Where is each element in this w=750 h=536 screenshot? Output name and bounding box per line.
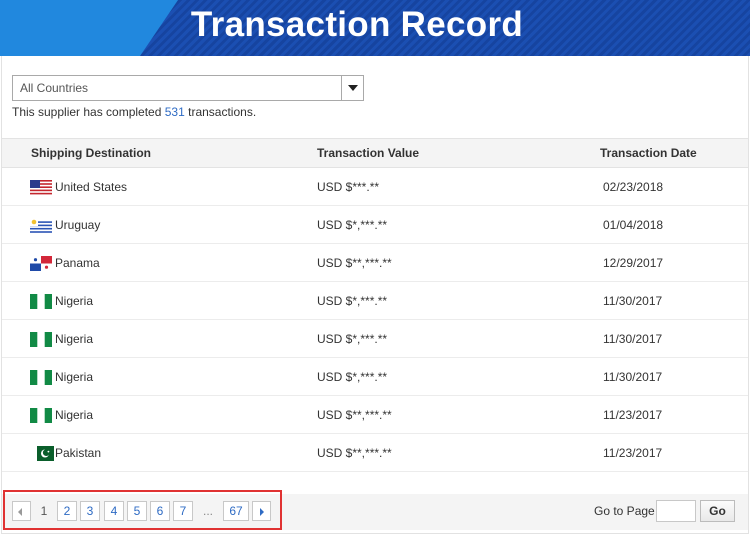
table-row: Uruguay USD $*,***.** 01/04/2018 bbox=[2, 206, 748, 244]
date-cell: 02/23/2018 bbox=[603, 180, 664, 194]
country-select-value: All Countries bbox=[20, 81, 89, 95]
value-cell: USD $*,***.** bbox=[317, 332, 388, 346]
pagination-highlight-box bbox=[3, 490, 282, 530]
header-banner: Transaction Record bbox=[0, 0, 750, 56]
nigeria-flag-icon bbox=[30, 332, 52, 347]
table-row: Nigeria USD $*,***.** 11/30/2017 bbox=[2, 320, 748, 358]
transaction-count: 531 bbox=[164, 105, 185, 119]
value-cell: USD $**,***.** bbox=[317, 446, 392, 460]
nigeria-flag-icon bbox=[30, 370, 52, 385]
column-header-destination: Shipping Destination bbox=[31, 146, 151, 160]
column-header-value: Transaction Value bbox=[317, 146, 420, 160]
date-cell: 01/04/2018 bbox=[603, 218, 664, 232]
panama-flag-icon bbox=[30, 256, 52, 271]
value-cell: USD $*,***.** bbox=[317, 370, 388, 384]
table-row: Nigeria USD $**,***.** 11/23/2017 bbox=[2, 396, 748, 434]
nigeria-flag-icon bbox=[30, 294, 52, 309]
uruguay-flag-icon bbox=[30, 218, 52, 233]
destination-cell: United States bbox=[55, 180, 128, 194]
date-cell: 11/30/2017 bbox=[603, 294, 663, 308]
value-cell: USD $*,***.** bbox=[317, 218, 388, 232]
goto-page-input[interactable] bbox=[656, 500, 696, 522]
table-row: Pakistan USD $**,***.** 11/23/2017 bbox=[2, 434, 748, 472]
date-cell: 11/23/2017 bbox=[603, 446, 663, 460]
value-cell: USD $*,***.** bbox=[317, 294, 388, 308]
page-title: Transaction Record bbox=[190, 5, 524, 44]
value-cell: USD $**,***.** bbox=[317, 256, 392, 270]
column-header-date: Transaction Date bbox=[600, 146, 697, 160]
chevron-down-icon bbox=[348, 85, 358, 91]
destination-cell: Pakistan bbox=[55, 446, 102, 460]
destination-cell: Nigeria bbox=[55, 370, 94, 384]
table-row: United States USD $***.** 02/23/2018 bbox=[2, 168, 748, 206]
value-cell: USD $***.** bbox=[317, 180, 380, 194]
goto-page-label: Go to Page bbox=[594, 504, 655, 518]
table-row: Panama USD $**,***.** 12/29/2017 bbox=[2, 244, 748, 282]
pakistan-flag-icon bbox=[32, 446, 54, 461]
go-button[interactable]: Go bbox=[700, 500, 735, 522]
date-cell: 11/30/2017 bbox=[603, 370, 663, 384]
table-row: Nigeria USD $*,***.** 11/30/2017 bbox=[2, 358, 748, 396]
destination-cell: Nigeria bbox=[55, 294, 94, 308]
value-cell: USD $**,***.** bbox=[317, 408, 392, 422]
destination-cell: Nigeria bbox=[55, 332, 94, 346]
table-header: Shipping Destination Transaction Value T… bbox=[2, 138, 748, 168]
country-select[interactable]: All Countries bbox=[12, 75, 364, 101]
transaction-summary: This supplier has completed 531 transact… bbox=[12, 105, 257, 119]
date-cell: 11/30/2017 bbox=[603, 332, 663, 346]
us-flag-icon bbox=[30, 180, 52, 195]
nigeria-flag-icon bbox=[30, 408, 52, 423]
date-cell: 11/23/2017 bbox=[603, 408, 663, 422]
dropdown-button[interactable] bbox=[341, 76, 363, 100]
date-cell: 12/29/2017 bbox=[603, 256, 664, 270]
destination-cell: Panama bbox=[55, 256, 100, 270]
table-row: Nigeria USD $*,***.** 11/30/2017 bbox=[2, 282, 748, 320]
destination-cell: Uruguay bbox=[55, 218, 101, 232]
destination-cell: Nigeria bbox=[55, 408, 94, 422]
